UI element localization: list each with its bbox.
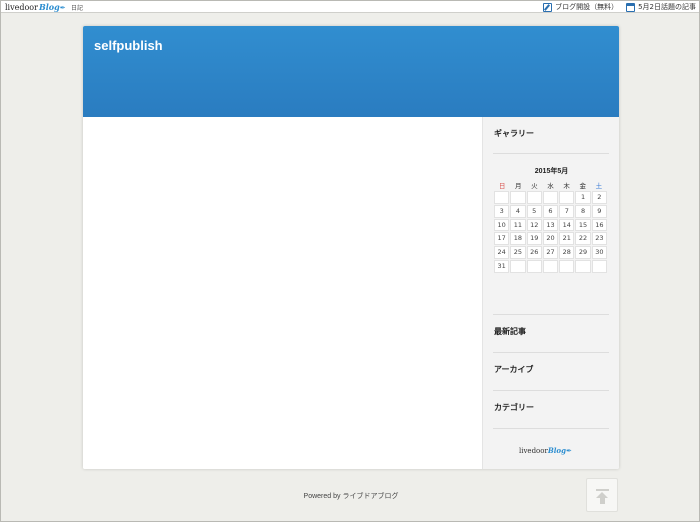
site-title[interactable]: selfpublish — [94, 38, 163, 53]
logo-blog-text: Blog — [38, 2, 60, 12]
calendar-day: 30 — [591, 246, 607, 259]
calendar-day: 17 — [494, 232, 510, 246]
calendar-day: 5 — [526, 204, 542, 218]
calendar-day: 20 — [542, 232, 559, 246]
calendar-day: 1 — [575, 191, 591, 204]
blog-container: selfpublish ギャラリー 2015年5月 日 月 火 水 木 金 土 … — [83, 26, 619, 469]
back-to-top-button[interactable] — [586, 478, 618, 512]
gallery-heading: ギャラリー — [494, 129, 534, 138]
sidebar-logo-text: livedoor — [519, 447, 548, 455]
calendar-day: 22 — [575, 232, 591, 246]
calendar-title: 2015年5月 — [534, 168, 569, 175]
calendar-day: 4 — [510, 204, 526, 218]
livedoor-blog-logo[interactable]: livedoorBlog✒ — [5, 2, 66, 12]
sidebar-logo-blog: Blog — [547, 446, 566, 455]
divider — [493, 390, 609, 391]
calendar-icon — [626, 2, 636, 12]
pencil-icon — [543, 2, 553, 12]
calendar-day: 25 — [510, 246, 526, 259]
calendar-day: 18 — [510, 232, 526, 246]
calendar-day: 13 — [542, 218, 559, 232]
calendar-day — [494, 191, 510, 204]
open-blog-link[interactable]: ブログ開設（無料） — [543, 2, 618, 12]
weekday-label: 日 — [498, 182, 506, 190]
calendar-day — [575, 259, 591, 273]
calendar-grid: 1 2 3 4 5 6 7 8 9 10 11 12 13 14 15 16 17 18 19 20 21 22 23 24 2… — [494, 191, 607, 273]
calendar-day: 12 — [526, 218, 542, 232]
category-heading: カテゴリー — [494, 403, 534, 412]
calendar-day: 29 — [575, 246, 591, 259]
calendar-day: 11 — [510, 218, 526, 232]
calendar-day: 8 — [575, 204, 591, 218]
calendar-day: 14 — [559, 218, 575, 232]
top-navigation-bar: livedoorBlog✒ 日記 ブログ開設（無料） 5月2日話題の記事 — [1, 1, 699, 13]
calendar-day: 28 — [559, 246, 575, 259]
feather-icon: ✒ — [565, 447, 572, 455]
divider — [493, 314, 609, 315]
topic-articles-label: 5月2日話題の記事 — [638, 3, 696, 11]
arrow-up-stem-icon — [600, 498, 605, 504]
feather-icon: ✒ — [59, 4, 66, 12]
archive-heading: アーカイブ — [494, 365, 534, 374]
weekday-label: 水 — [547, 182, 554, 190]
calendar-day: 7 — [559, 204, 575, 218]
diary-link[interactable]: 日記 — [71, 3, 83, 12]
calendar-day: 16 — [591, 218, 607, 232]
calendar-day — [526, 259, 542, 273]
main-content — [83, 117, 482, 469]
calendar-day — [510, 259, 526, 273]
calendar-day: 31 — [494, 259, 510, 273]
divider — [493, 352, 609, 353]
calendar-day: 10 — [494, 218, 510, 232]
divider — [493, 428, 609, 429]
calendar-day: 27 — [542, 246, 559, 259]
calendar-day: 6 — [542, 204, 559, 218]
sidebar-livedoor-logo[interactable]: livedoorBlog✒ — [519, 446, 572, 455]
calendar-day: 3 — [494, 204, 510, 218]
weekday-label: 月 — [514, 182, 522, 190]
top-right-links: ブログ開設（無料） 5月2日話題の記事 — [543, 1, 696, 13]
calendar-day — [510, 191, 526, 204]
calendar-day — [591, 259, 607, 273]
weekday-label: 土 — [595, 182, 603, 190]
calendar-day — [542, 259, 559, 273]
topic-articles-link[interactable]: 5月2日話題の記事 — [626, 2, 696, 12]
calendar-day: 24 — [494, 246, 510, 259]
calendar-day — [559, 191, 575, 204]
calendar-weekdays: 日 月 火 水 木 金 土 — [494, 180, 607, 190]
weekday-label: 木 — [563, 182, 570, 190]
calendar-day: 19 — [526, 232, 542, 246]
calendar-day: 26 — [526, 246, 542, 259]
weekday-label: 金 — [579, 182, 586, 190]
logo-text: livedoor — [5, 3, 38, 12]
blog-header: selfpublish — [83, 26, 619, 117]
calendar-day: 2 — [591, 191, 607, 204]
calendar-day: 23 — [591, 232, 607, 246]
open-blog-label: ブログ開設（無料） — [555, 3, 619, 11]
calendar-day — [542, 191, 559, 204]
calendar-day — [559, 259, 575, 273]
weekday-label: 火 — [531, 182, 538, 190]
latest-articles-heading: 最新記事 — [494, 327, 526, 336]
calendar-day: 15 — [575, 218, 591, 232]
divider — [493, 153, 609, 154]
calendar-day: 9 — [591, 204, 607, 218]
calendar-day — [526, 191, 542, 204]
sidebar: ギャラリー 2015年5月 日 月 火 水 木 金 土 1 2 3 4 5 6 7 8 9 10 1… — [482, 117, 619, 469]
arrow-up-bar-icon — [596, 489, 609, 491]
calendar-day: 21 — [559, 232, 575, 246]
